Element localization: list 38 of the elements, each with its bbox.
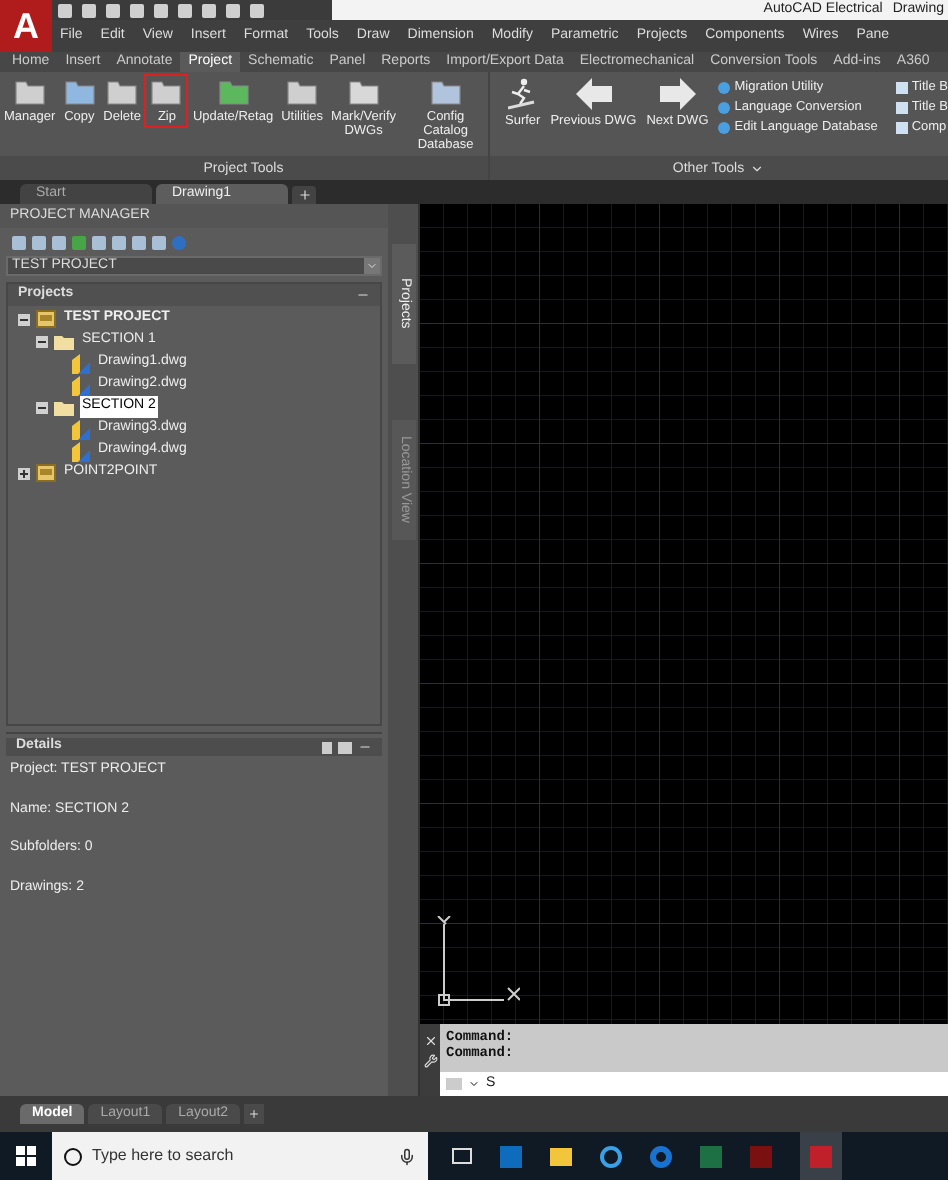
folder-icon xyxy=(217,78,250,106)
plus-icon xyxy=(248,1108,261,1120)
surfer-icon xyxy=(508,78,537,110)
ucs-icon xyxy=(432,916,520,1008)
folder-icon xyxy=(150,78,183,106)
folder-icon xyxy=(13,78,46,106)
drawing-file-icon xyxy=(72,375,90,395)
new-tab-button[interactable] xyxy=(292,186,316,204)
project-icon xyxy=(36,310,56,328)
collapse-icon[interactable] xyxy=(36,335,48,347)
folder-icon xyxy=(286,78,319,106)
taskbar-search-field[interactable]: Type here to search xyxy=(52,1132,428,1180)
folder-icon xyxy=(347,78,380,106)
collapse-icon[interactable] xyxy=(36,401,48,413)
new-layout-button[interactable] xyxy=(244,1104,265,1124)
settings-icon[interactable] xyxy=(423,1054,437,1068)
task-view-icon[interactable] xyxy=(452,1148,472,1164)
close-icon[interactable] xyxy=(423,1034,437,1048)
expand-icon[interactable] xyxy=(18,467,30,479)
drawing-file-icon xyxy=(72,353,90,373)
plus-icon xyxy=(297,188,311,202)
project-icon xyxy=(36,464,56,482)
folder-icon xyxy=(429,78,462,106)
drawing-file-icon xyxy=(72,441,90,461)
microphone-icon xyxy=(398,1147,416,1165)
caret-icon xyxy=(468,1078,480,1090)
collapse-icon[interactable] xyxy=(18,313,30,325)
folder-icon xyxy=(54,399,74,415)
drawing-file-icon xyxy=(72,419,90,439)
caret-icon[interactable] xyxy=(750,161,765,175)
folder-icon xyxy=(54,333,74,349)
folder-icon xyxy=(106,78,139,106)
app-logo[interactable]: A xyxy=(0,0,52,52)
right-arrow-icon xyxy=(659,78,696,110)
left-arrow-icon xyxy=(575,78,612,110)
folder-icon xyxy=(63,78,96,106)
dropdown-arrow-icon xyxy=(364,258,380,274)
windows-logo-icon[interactable] xyxy=(16,1146,36,1166)
